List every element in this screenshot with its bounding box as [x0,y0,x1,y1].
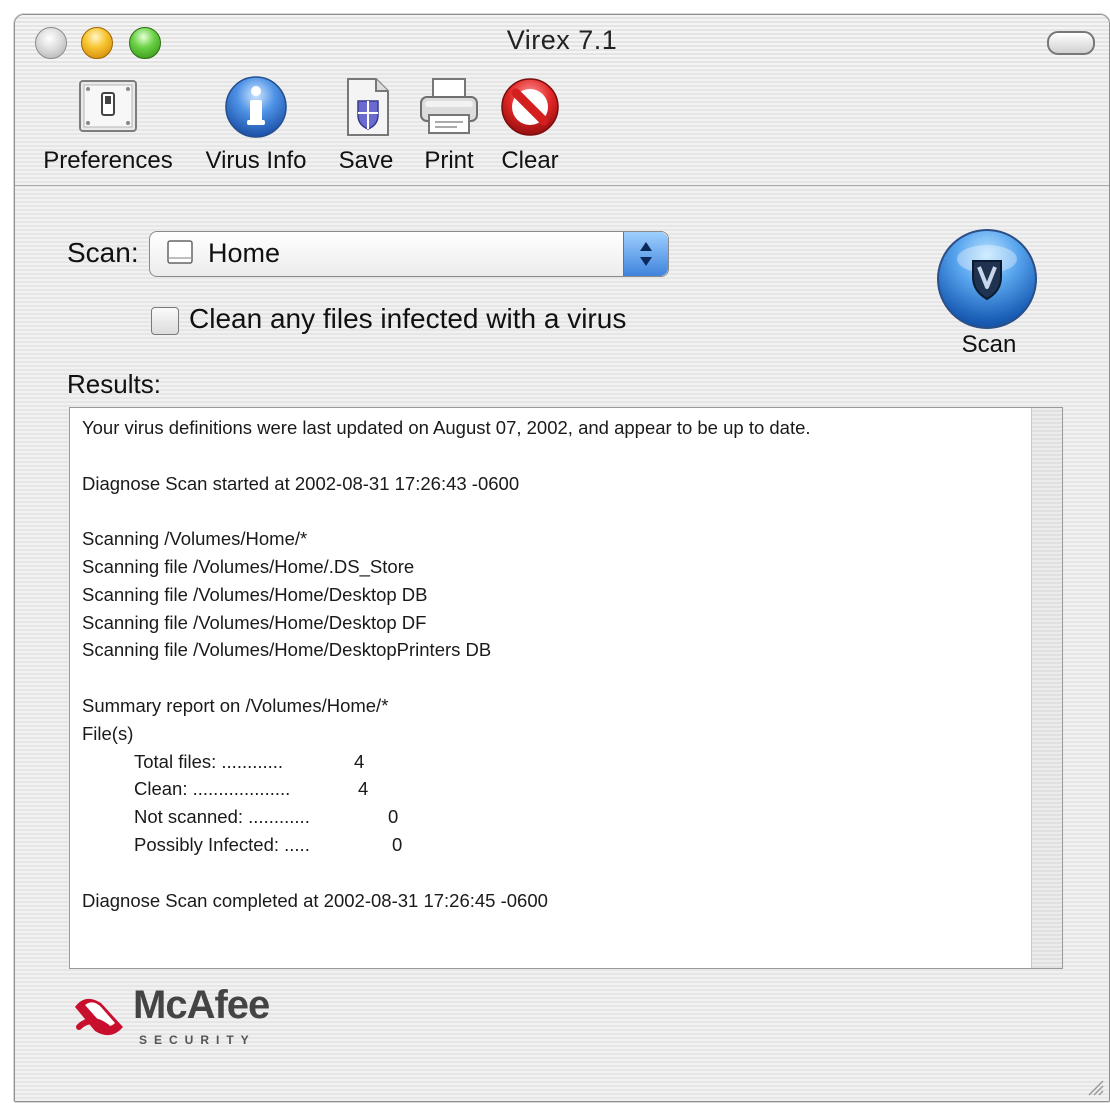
mcafee-logo: McAfee SECURITY [71,983,331,1057]
results-scrollbar[interactable] [1031,408,1062,968]
summary-value: 0 [392,833,403,855]
title-bar[interactable]: Virex 7.1 [15,15,1109,69]
virus-info-label: Virus Info [205,147,307,174]
results-log[interactable]: Your virus definitions were last updated… [69,407,1063,969]
summary-label: Clean: ................... [134,778,291,800]
save-document-icon [334,75,398,139]
window-title: Virex 7.1 [506,25,618,55]
print-button[interactable]: Print [415,75,483,175]
log-line: Scanning file /Volumes/Home/DesktopPrint… [82,639,492,661]
chevron-updown-icon[interactable] [623,232,668,276]
resize-grip-icon[interactable] [1083,1075,1105,1097]
results-text: Your virus definitions were last updated… [82,414,811,914]
summary-row: Not scanned: ............ 0 [82,803,811,831]
scan-target-popup[interactable]: Home [149,231,669,277]
log-line: Diagnose Scan started at 2002-08-31 17:2… [82,472,520,494]
scan-button-label: Scan [961,331,1017,358]
summary-label: Possibly Infected: ..... [134,833,310,855]
print-label: Print [424,147,474,174]
clear-prohibit-icon [498,75,562,139]
log-line: Diagnose Scan completed at 2002-08-31 17… [82,889,548,911]
preferences-button[interactable]: Preferences [41,75,175,175]
clear-label: Clear [501,147,559,174]
summary-row: Clean: ................... 4 [82,775,811,803]
log-line: Scanning file /Volumes/Home/.DS_Store [82,555,415,577]
log-line: Scanning /Volumes/Home/* [82,528,308,550]
log-line: File(s) [82,722,134,744]
scan-target-value: Home [208,238,281,268]
info-icon [224,75,288,139]
summary-label: Total files: ............ [134,750,284,772]
shield-icon [957,245,1017,301]
log-line: Summary report on /Volumes/Home/* [82,694,389,716]
log-line: Scanning file /Volumes/Home/Desktop DB [82,583,428,605]
summary-label: Not scanned: ............ [134,806,310,828]
disk-icon [166,238,194,266]
toolbar: Preferences Virus Info Save Print Clear [15,69,1109,186]
mcafee-tagline: SECURITY [139,1033,256,1047]
summary-value: 0 [388,806,399,828]
virex-window: Virex 7.1 Preferences Virus Info Save Pr… [14,14,1110,1102]
scan-label: Scan: [67,237,139,268]
scan-button[interactable] [937,229,1037,329]
log-line: Your virus definitions were last updated… [82,417,811,438]
summary-value: 4 [358,778,369,800]
summary-row: Possibly Infected: ..... 0 [82,831,811,859]
printer-icon [417,75,481,139]
save-label: Save [338,147,394,174]
summary-row: Total files: ............ 4 [82,748,811,776]
mcafee-logo-icon [75,998,123,1036]
toolbar-toggle-button[interactable] [1047,31,1095,55]
log-line: Scanning file /Volumes/Home/Desktop DF [82,611,427,633]
mcafee-wordmark: McAfee [133,983,270,1027]
clean-files-label[interactable]: Clean any files infected with a virus [189,303,626,335]
results-label: Results: [67,369,161,399]
preferences-label: Preferences [43,147,173,174]
virus-info-button[interactable]: Virus Info [197,75,315,175]
clear-button[interactable]: Clear [497,75,563,175]
preferences-switch-icon [76,75,140,139]
save-button[interactable]: Save [333,75,399,175]
summary-value: 4 [354,750,365,772]
clean-files-checkbox[interactable] [151,307,179,335]
